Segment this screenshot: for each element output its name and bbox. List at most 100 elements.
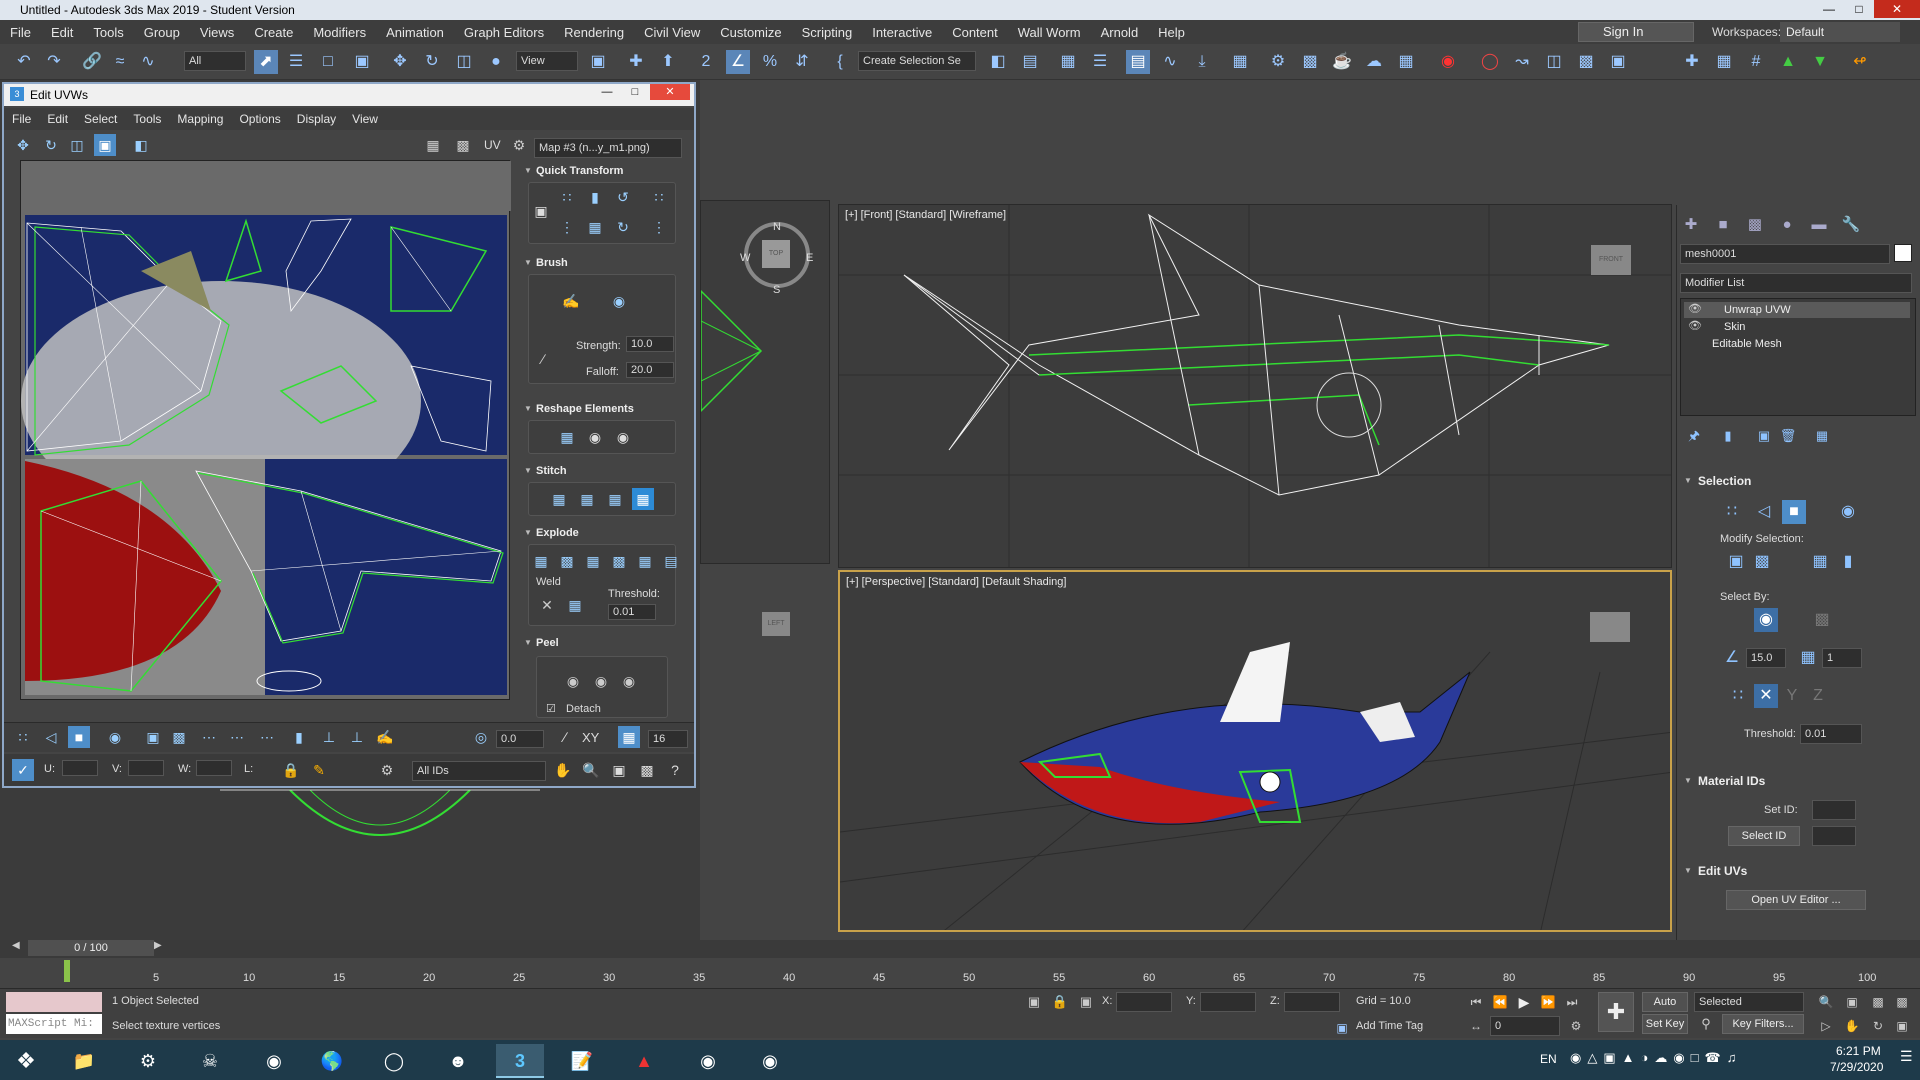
- green-tool-icon-2[interactable]: ▼: [1808, 50, 1832, 74]
- uv-canvas[interactable]: [20, 160, 511, 700]
- break-icon[interactable]: ▦: [530, 550, 552, 572]
- menu-civil-view[interactable]: Civil View: [634, 25, 710, 40]
- layer-explorer-icon[interactable]: ☰: [1088, 50, 1112, 74]
- uv-options-icon[interactable]: ⚙: [508, 134, 530, 156]
- angle-snap-icon[interactable]: ∠: [726, 50, 750, 74]
- uv-zoom-region-icon[interactable]: ▣: [608, 759, 630, 781]
- unlink-icon[interactable]: ≈: [108, 50, 132, 74]
- uv-falloff-icon[interactable]: ∕: [554, 726, 576, 748]
- viewcube-left[interactable]: LEFT: [762, 612, 790, 636]
- selection-lock-icon[interactable]: 🔒: [1048, 990, 1072, 1014]
- uv-show-map-icon[interactable]: ▩: [452, 134, 474, 156]
- menu-arnold[interactable]: Arnold: [1091, 25, 1149, 40]
- plugin-icon-3[interactable]: ◫: [1542, 50, 1566, 74]
- zoom-extents-all-icon[interactable]: ▩: [1890, 990, 1914, 1014]
- menu-interactive[interactable]: Interactive: [862, 25, 942, 40]
- uv-soft-select-icon[interactable]: ◎: [470, 726, 492, 748]
- x-axis-icon[interactable]: ✕: [1754, 684, 1778, 708]
- select-manipulate-icon[interactable]: ✚: [624, 50, 648, 74]
- tray-icons[interactable]: ◉△▣▲◑☁◉□☎♫: [1570, 1050, 1742, 1066]
- plugin-icon-5[interactable]: ▣: [1606, 50, 1630, 74]
- menu-modifiers[interactable]: Modifiers: [303, 25, 376, 40]
- key-filter-icon[interactable]: ⚲: [1694, 1012, 1718, 1036]
- uv-menu-edit[interactable]: Edit: [39, 112, 76, 126]
- explode-rollout[interactable]: Explode: [522, 524, 684, 542]
- material-ids-flatten-icon[interactable]: ▦: [634, 550, 656, 572]
- menu-rendering[interactable]: Rendering: [554, 25, 634, 40]
- falloff-field[interactable]: 20.0: [626, 362, 674, 378]
- pan-view-icon[interactable]: ✋: [1840, 1014, 1864, 1038]
- select-object-icon[interactable]: ⬈: [254, 50, 278, 74]
- create-plus-icon[interactable]: ✚: [1680, 50, 1704, 74]
- uv-menu-file[interactable]: File: [4, 112, 39, 126]
- perspective-viewport[interactable]: [+] [Perspective] [Standard] [Default Sh…: [838, 570, 1672, 932]
- detach-checkbox[interactable]: ☑: [546, 702, 556, 715]
- uv-vertex-mode-icon[interactable]: ∷: [12, 726, 34, 748]
- menu-create[interactable]: Create: [244, 25, 303, 40]
- track-bar[interactable]: [0, 958, 1920, 988]
- curve-editor-icon[interactable]: ∿: [1158, 50, 1182, 74]
- window-crossing-icon[interactable]: ▣: [350, 50, 374, 74]
- eye-icon[interactable]: 👁: [1688, 302, 1702, 315]
- field-of-view-icon[interactable]: ▷: [1814, 1014, 1838, 1038]
- time-config-icon[interactable]: ⚙: [1564, 1014, 1588, 1038]
- rect-selection-icon[interactable]: □: [316, 50, 340, 74]
- undo-icon[interactable]: ↶: [12, 50, 36, 74]
- uv-minimize-button[interactable]: —: [594, 84, 620, 100]
- render-preset-icon[interactable]: ▦: [1394, 50, 1418, 74]
- percent-snap-icon[interactable]: %: [758, 50, 782, 74]
- uv-filter-icon[interactable]: ✎: [308, 759, 330, 781]
- menu-group[interactable]: Group: [134, 25, 190, 40]
- uv-loop-grow-icon[interactable]: ⋯: [226, 726, 248, 748]
- qt-align-v2-icon[interactable]: ⋮: [556, 216, 578, 238]
- minimize-button[interactable]: —: [1814, 0, 1844, 18]
- modify-tab-icon[interactable]: ■: [1712, 214, 1734, 236]
- select-id-button[interactable]: Select ID: [1728, 826, 1800, 846]
- y-axis-icon[interactable]: Y: [1780, 684, 1804, 708]
- record-icon[interactable]: ◉: [1436, 50, 1460, 74]
- maximize-button[interactable]: □: [1844, 0, 1874, 18]
- game-app-icon[interactable]: ☠: [186, 1044, 234, 1078]
- uv-shrink-icon[interactable]: ▩: [168, 726, 190, 748]
- scene-explorer-icon[interactable]: ▦: [1056, 50, 1080, 74]
- current-frame-field[interactable]: 0: [1490, 1016, 1560, 1036]
- named-selection-set-dropdown[interactable]: Create Selection Se: [858, 51, 976, 71]
- zoom-extents-icon[interactable]: ▩: [1866, 990, 1890, 1014]
- qt-align-h-icon[interactable]: ∷: [556, 186, 578, 208]
- plugin-icon-1[interactable]: ◯: [1478, 50, 1502, 74]
- uv-menu-options[interactable]: Options: [231, 112, 288, 126]
- render-cloud-icon[interactable]: ☁: [1362, 50, 1386, 74]
- wolf-app-icon[interactable]: ◉: [684, 1044, 732, 1078]
- polygon-select-icon[interactable]: ■: [1782, 500, 1806, 524]
- viewcube-top[interactable]: TOP: [762, 240, 790, 268]
- discord-icon[interactable]: ☻: [434, 1044, 482, 1078]
- close-button[interactable]: ✕: [1874, 0, 1920, 18]
- pin-stack-icon[interactable]: 🖈: [1682, 424, 1706, 448]
- bind-spacewarp-icon[interactable]: ∿: [136, 50, 160, 74]
- edit-named-sets-icon[interactable]: {: [828, 50, 852, 74]
- uv-space-label[interactable]: UV: [484, 138, 501, 152]
- hash-icon[interactable]: #: [1744, 50, 1768, 74]
- reshape-elements-rollout[interactable]: Reshape Elements: [522, 400, 684, 418]
- uv-element-mode-icon[interactable]: ◉: [104, 726, 126, 748]
- prev-frame-icon[interactable]: ⏪: [1488, 990, 1512, 1014]
- uv-menu-mapping[interactable]: Mapping: [169, 112, 231, 126]
- flatten-icon[interactable]: ▦: [582, 550, 604, 572]
- loop-selection-icon[interactable]: ▦: [1808, 550, 1832, 574]
- weld-selected-icon[interactable]: ▦: [564, 594, 586, 616]
- eye-icon-skin[interactable]: 👁: [1688, 319, 1702, 332]
- remove-modifier-icon[interactable]: 🗑: [1776, 424, 1800, 448]
- show-end-result-icon[interactable]: ▮: [1716, 424, 1740, 448]
- uv-absolute-mode-icon[interactable]: ✓: [12, 759, 34, 781]
- hierarchy-tab-icon[interactable]: ▩: [1744, 214, 1766, 236]
- grid-icon[interactable]: ▦: [1712, 50, 1736, 74]
- isolate-icon[interactable]: ▣: [1022, 990, 1046, 1014]
- pivot-icon[interactable]: ▣: [586, 50, 610, 74]
- material-ids-rollout[interactable]: Material IDs: [1684, 772, 1910, 790]
- link-icon[interactable]: 🔗: [80, 50, 104, 74]
- qt-rotate-ccw-icon[interactable]: ↺: [612, 186, 634, 208]
- uv-close-button[interactable]: ✕: [650, 84, 690, 100]
- uv-map-dropdown[interactable]: Map #3 (n...y_m1.png): [534, 138, 682, 158]
- weld-threshold-field[interactable]: 0.01: [608, 604, 656, 620]
- make-unique-icon[interactable]: ▣: [1752, 424, 1776, 448]
